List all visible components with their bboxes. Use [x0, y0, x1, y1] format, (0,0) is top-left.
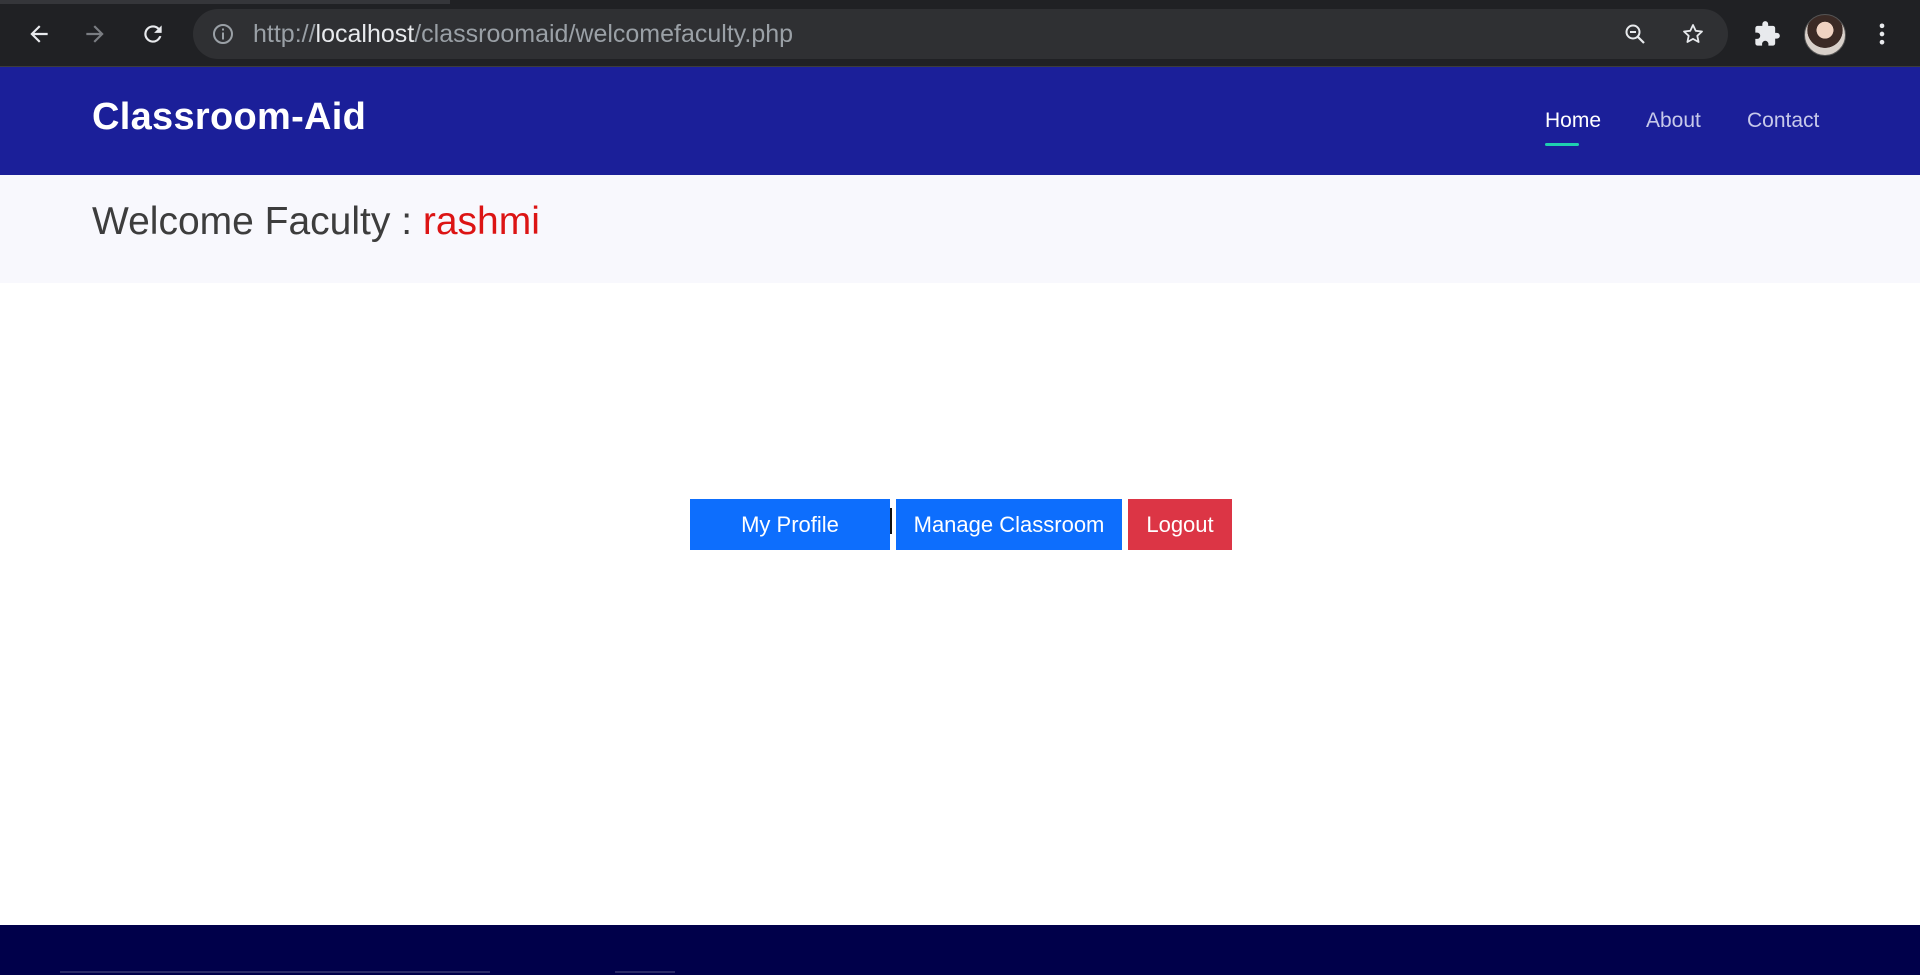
nav-home-label: Home: [1545, 109, 1602, 132]
faculty-name: rashmi: [422, 200, 540, 243]
footer-divider: [60, 971, 490, 973]
nav-about-label: About: [1646, 109, 1701, 132]
welcome-banner: Welcome Faculty : rashmi: [0, 175, 1920, 283]
profile-avatar[interactable]: [1804, 14, 1846, 56]
footer-divider: [615, 971, 675, 973]
zoom-out-icon[interactable]: [1623, 22, 1647, 46]
nav-about[interactable]: About: [1646, 109, 1701, 133]
url-path: /classroomaid/welcomefaculty.php: [414, 20, 794, 48]
site-header: Classroom-Aid Home About Contact: [0, 67, 1920, 175]
browser-toolbar: http://localhost/classroomaid/welcomefac…: [0, 0, 1920, 67]
site-footer: [0, 925, 1920, 975]
forward-icon[interactable]: [75, 14, 115, 54]
url-scheme: http://: [253, 20, 316, 48]
kebab-menu-icon[interactable]: [1868, 20, 1896, 48]
manage-classroom-button[interactable]: Manage Classroom: [896, 499, 1122, 550]
nav-home[interactable]: Home: [1545, 109, 1602, 146]
nav-contact[interactable]: Contact: [1747, 109, 1819, 133]
url-host: localhost: [315, 20, 415, 48]
back-icon[interactable]: [19, 14, 59, 54]
nav-active-indicator: [1545, 143, 1579, 146]
welcome-prefix: Welcome Faculty :: [92, 200, 423, 243]
logout-button[interactable]: Logout: [1128, 499, 1232, 550]
tab-strip-edge: [0, 0, 450, 4]
address-bar[interactable]: http://localhost/classroomaid/welcomefac…: [193, 9, 1728, 59]
url-text[interactable]: http://localhost/classroomaid/welcomefac…: [253, 20, 794, 48]
info-icon[interactable]: [211, 22, 235, 46]
welcome-heading: Welcome Faculty : rashmi: [92, 200, 540, 244]
nav-contact-label: Contact: [1747, 109, 1820, 132]
button-divider: [890, 508, 892, 534]
my-profile-button[interactable]: My Profile: [690, 499, 890, 550]
brand-logo-text[interactable]: Classroom-Aid: [92, 96, 366, 139]
reload-icon[interactable]: [133, 14, 173, 54]
star-icon[interactable]: [1681, 22, 1705, 46]
puzzle-icon[interactable]: [1753, 20, 1781, 48]
